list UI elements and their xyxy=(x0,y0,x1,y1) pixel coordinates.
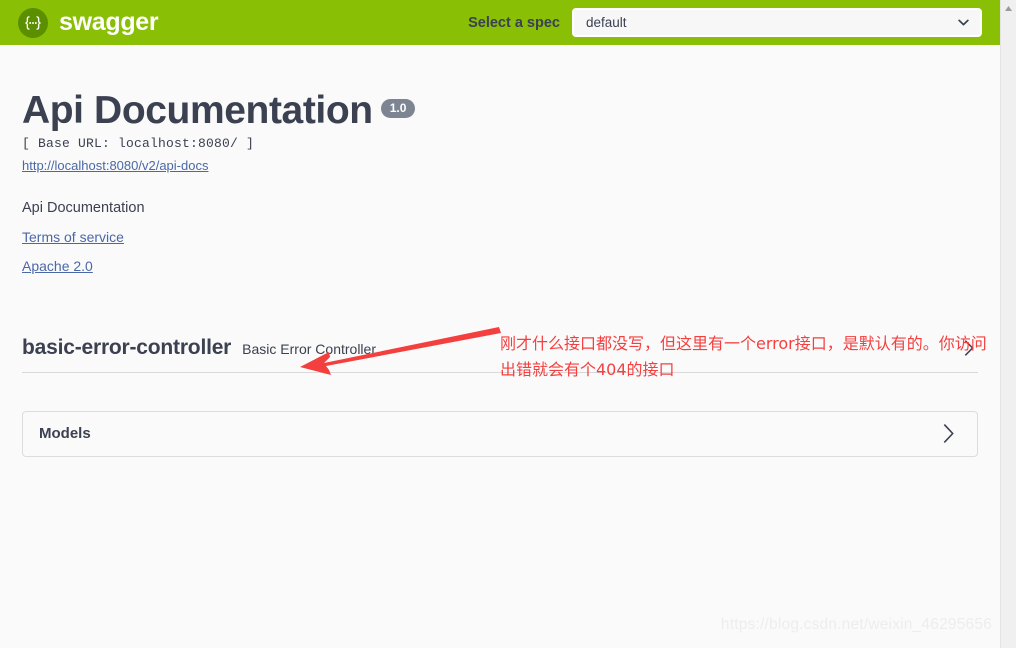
models-expand-button[interactable] xyxy=(938,423,959,444)
models-section[interactable]: Models xyxy=(22,410,978,457)
brand-name: swagger xyxy=(59,8,159,36)
base-url: [ Base URL: localhost:8080/ ] xyxy=(22,135,255,151)
api-description: Api Documentation xyxy=(22,199,145,216)
annotation-note: 刚才什么接口都没写，但这里有一个error接口，是默认有的。你访问出错就会有个4… xyxy=(500,334,987,379)
scrollbar-thumb[interactable] xyxy=(1002,16,1016,576)
swagger-braces-icon xyxy=(18,7,48,38)
license-link[interactable]: Apache 2.0 xyxy=(22,258,93,274)
scroll-up-arrow-icon[interactable] xyxy=(1001,0,1016,16)
spec-selector-area: Select a spec default xyxy=(468,8,982,37)
tag-description: Basic Error Controller xyxy=(242,340,376,357)
main-content: Api Documentation 1.0 [ Base URL: localh… xyxy=(0,45,1000,457)
topbar: swagger Select a spec default xyxy=(0,0,1000,45)
spec-select[interactable]: default xyxy=(572,8,982,37)
spec-select-value: default xyxy=(586,15,627,30)
page-viewport: swagger Select a spec default Api Docume… xyxy=(0,0,1000,648)
watermark: https://blog.csdn.net/weixin_46295656 xyxy=(720,616,992,633)
api-docs-link[interactable]: http://localhost:8080/v2/api-docs xyxy=(22,158,208,173)
vertical-scrollbar[interactable] xyxy=(1000,0,1016,648)
swagger-brand[interactable]: swagger xyxy=(18,7,159,38)
chevron-down-icon xyxy=(958,19,969,26)
terms-of-service-link[interactable]: Terms of service xyxy=(22,229,124,245)
models-title: Models xyxy=(39,425,91,443)
select-spec-label: Select a spec xyxy=(468,14,560,31)
chevron-right-icon xyxy=(943,424,954,444)
title-row: Api Documentation 1.0 xyxy=(22,89,978,132)
page-title: Api Documentation xyxy=(22,89,373,132)
tag-name: basic-error-controller xyxy=(22,335,232,359)
api-info-block: Api Documentation 1.0 [ Base URL: localh… xyxy=(22,45,978,274)
version-badge: 1.0 xyxy=(380,99,416,118)
